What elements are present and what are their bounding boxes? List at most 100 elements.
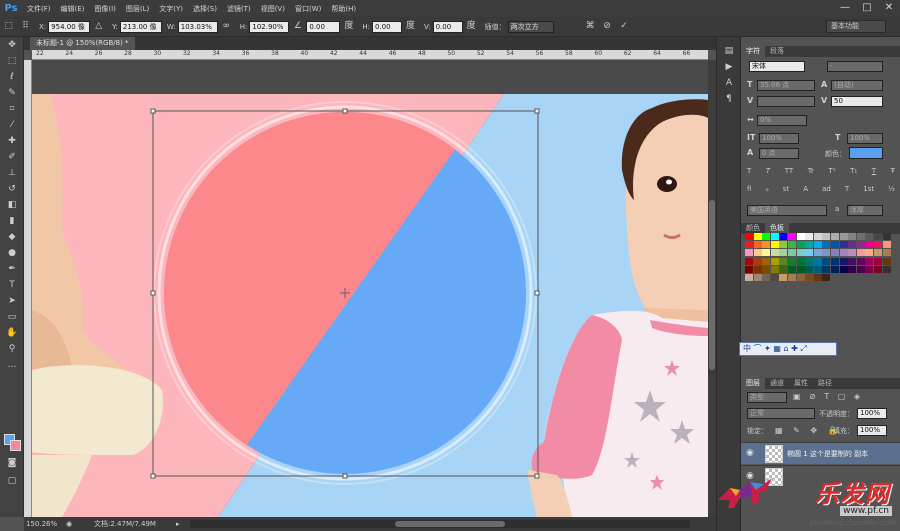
small-caps-icon[interactable]: Tr xyxy=(808,167,814,179)
alternates-icon[interactable]: ad xyxy=(822,185,831,197)
eraser-tool-icon[interactable]: ◧ xyxy=(0,197,24,213)
lock-icons[interactable]: ▦ ✎ ✥ 🔒 xyxy=(775,426,842,435)
delta-icon[interactable]: △ xyxy=(92,20,105,33)
color-swatch[interactable] xyxy=(796,274,805,281)
ime-keyboard-icon[interactable]: ▦ xyxy=(773,344,781,353)
brush-tool-icon[interactable]: ✐ xyxy=(0,149,24,165)
baseline-input[interactable]: 0 点 xyxy=(759,148,799,159)
vertical-scroll-thumb[interactable] xyxy=(709,200,715,370)
color-swatch[interactable] xyxy=(779,249,788,257)
y-input[interactable]: 213.00 像 xyxy=(119,20,162,33)
layer-row[interactable]: ◉ 椭圆 1 这个是要制的 副本 xyxy=(741,442,900,464)
color-swatch[interactable] xyxy=(822,274,831,281)
color-swatch[interactable] xyxy=(788,257,796,265)
x-input[interactable]: 954.00 像 xyxy=(48,20,91,33)
color-swatch[interactable] xyxy=(822,265,831,273)
font-family-select[interactable]: 宋体 xyxy=(749,61,805,72)
dodge-tool-icon[interactable]: ● xyxy=(0,245,24,261)
ime-skin-icon[interactable]: ⌂ xyxy=(783,344,788,353)
quick-select-tool-icon[interactable]: ✎ xyxy=(0,85,24,101)
pen-tool-icon[interactable]: ✒ xyxy=(0,261,24,277)
color-swatch[interactable] xyxy=(874,265,882,273)
color-swatch[interactable] xyxy=(874,233,882,240)
maximize-button[interactable]: □ xyxy=(856,0,878,17)
lasso-tool-icon[interactable]: ℓ xyxy=(0,69,24,85)
color-swatch[interactable] xyxy=(865,265,874,273)
commit-transform-icon[interactable]: ✓ xyxy=(618,20,631,33)
hscale-input[interactable]: 100% xyxy=(847,133,883,144)
tab-character[interactable]: 字符 xyxy=(741,46,765,57)
vscale-input[interactable]: 100% xyxy=(759,133,799,144)
color-swatch[interactable] xyxy=(822,249,831,257)
superscript-icon[interactable]: T¹ xyxy=(828,167,835,179)
underline-icon[interactable]: T xyxy=(872,167,876,179)
color-swatch[interactable] xyxy=(753,265,762,273)
color-swatch[interactable] xyxy=(805,249,814,257)
color-swatch[interactable] xyxy=(745,274,753,281)
shape-tool-icon[interactable]: ▭ xyxy=(0,309,24,325)
color-swatch[interactable] xyxy=(839,249,848,257)
color-swatch[interactable] xyxy=(874,241,882,249)
color-swatch[interactable] xyxy=(788,265,796,273)
color-swatch[interactable] xyxy=(882,257,891,265)
blend-mode-select[interactable]: 正常 xyxy=(747,408,815,419)
color-swatch[interactable] xyxy=(882,265,891,273)
screen-mode-icon[interactable]: ▢ xyxy=(0,473,24,489)
color-swatch[interactable] xyxy=(831,257,839,265)
color-swatch[interactable] xyxy=(813,241,822,249)
color-swatch[interactable] xyxy=(813,249,822,257)
color-swatch[interactable] xyxy=(848,257,857,265)
background-color-swatch[interactable] xyxy=(10,440,21,451)
color-swatch[interactable] xyxy=(762,249,771,257)
color-swatch[interactable] xyxy=(822,257,831,265)
color-swatch[interactable] xyxy=(822,233,831,240)
subscript-icon[interactable]: T₁ xyxy=(850,167,857,179)
fractions-icon[interactable]: ½ xyxy=(888,185,895,197)
color-swatch[interactable] xyxy=(745,233,753,240)
tab-channels[interactable]: 通道 xyxy=(765,378,789,389)
canvas-artwork[interactable] xyxy=(32,60,708,517)
vskew-input[interactable]: 0.00 xyxy=(432,20,463,33)
kerning-input[interactable] xyxy=(757,96,815,107)
color-swatch[interactable] xyxy=(874,249,882,257)
menu-edit[interactable]: 编辑(E) xyxy=(56,4,90,14)
eyedropper-tool-icon[interactable]: ⁄ xyxy=(0,117,24,133)
menu-filter[interactable]: 滤镜(T) xyxy=(222,4,256,14)
tab-layers[interactable]: 图层 xyxy=(741,378,765,389)
marquee-tool-icon[interactable]: ⬚ xyxy=(0,53,24,69)
color-swatch[interactable] xyxy=(753,249,762,257)
fill-input[interactable]: 100% xyxy=(857,425,887,436)
ligature-icon[interactable]: fi xyxy=(747,185,751,197)
color-swatch[interactable] xyxy=(882,241,891,249)
menu-select[interactable]: 选择(S) xyxy=(188,4,222,14)
stamp-tool-icon[interactable]: ⊥ xyxy=(0,165,24,181)
color-swatch[interactable] xyxy=(753,233,762,240)
faux-bold-icon[interactable]: T xyxy=(747,167,751,179)
h-input[interactable]: 102.90% xyxy=(249,20,290,33)
layer-name[interactable]: 椭圆 1 这个是要制的 副本 xyxy=(787,449,868,459)
tab-properties[interactable]: 属性 xyxy=(789,378,813,389)
color-swatch[interactable] xyxy=(770,257,779,265)
document-tab[interactable]: 未标题-1 @ 150%(RGB/8) * xyxy=(30,37,135,50)
layer-filter-select[interactable]: 类型 xyxy=(747,392,787,403)
color-swatch[interactable] xyxy=(762,274,771,281)
character-panel-icon[interactable]: A xyxy=(717,75,741,91)
faux-italic-icon[interactable]: T xyxy=(766,167,770,179)
color-swatch[interactable] xyxy=(805,265,814,273)
move-tool-icon[interactable]: ✥ xyxy=(0,37,24,53)
color-swatch[interactable] xyxy=(788,274,796,281)
ruler-horizontal[interactable]: 22 24 26 28 30 32 34 36 38 40 42 44 46 48 50 52 54 56 58 60… xyxy=(32,50,708,60)
color-swatch[interactable] xyxy=(788,241,796,249)
color-swatch[interactable] xyxy=(882,249,891,257)
color-swatch[interactable] xyxy=(848,233,857,240)
color-swatch[interactable] xyxy=(813,233,822,240)
zoom-tool-icon[interactable]: ⚲ xyxy=(0,341,24,357)
color-swatch[interactable] xyxy=(779,257,788,265)
menu-help[interactable]: 帮助(H) xyxy=(326,4,361,14)
all-caps-icon[interactable]: TT xyxy=(785,167,793,179)
color-swatch[interactable] xyxy=(822,241,831,249)
color-swatch[interactable] xyxy=(813,274,822,281)
quick-mask-icon[interactable]: ◙ xyxy=(0,455,24,471)
ime-expand-icon[interactable]: ⤢ xyxy=(800,344,806,353)
stylistic-icon[interactable]: st xyxy=(783,185,789,197)
